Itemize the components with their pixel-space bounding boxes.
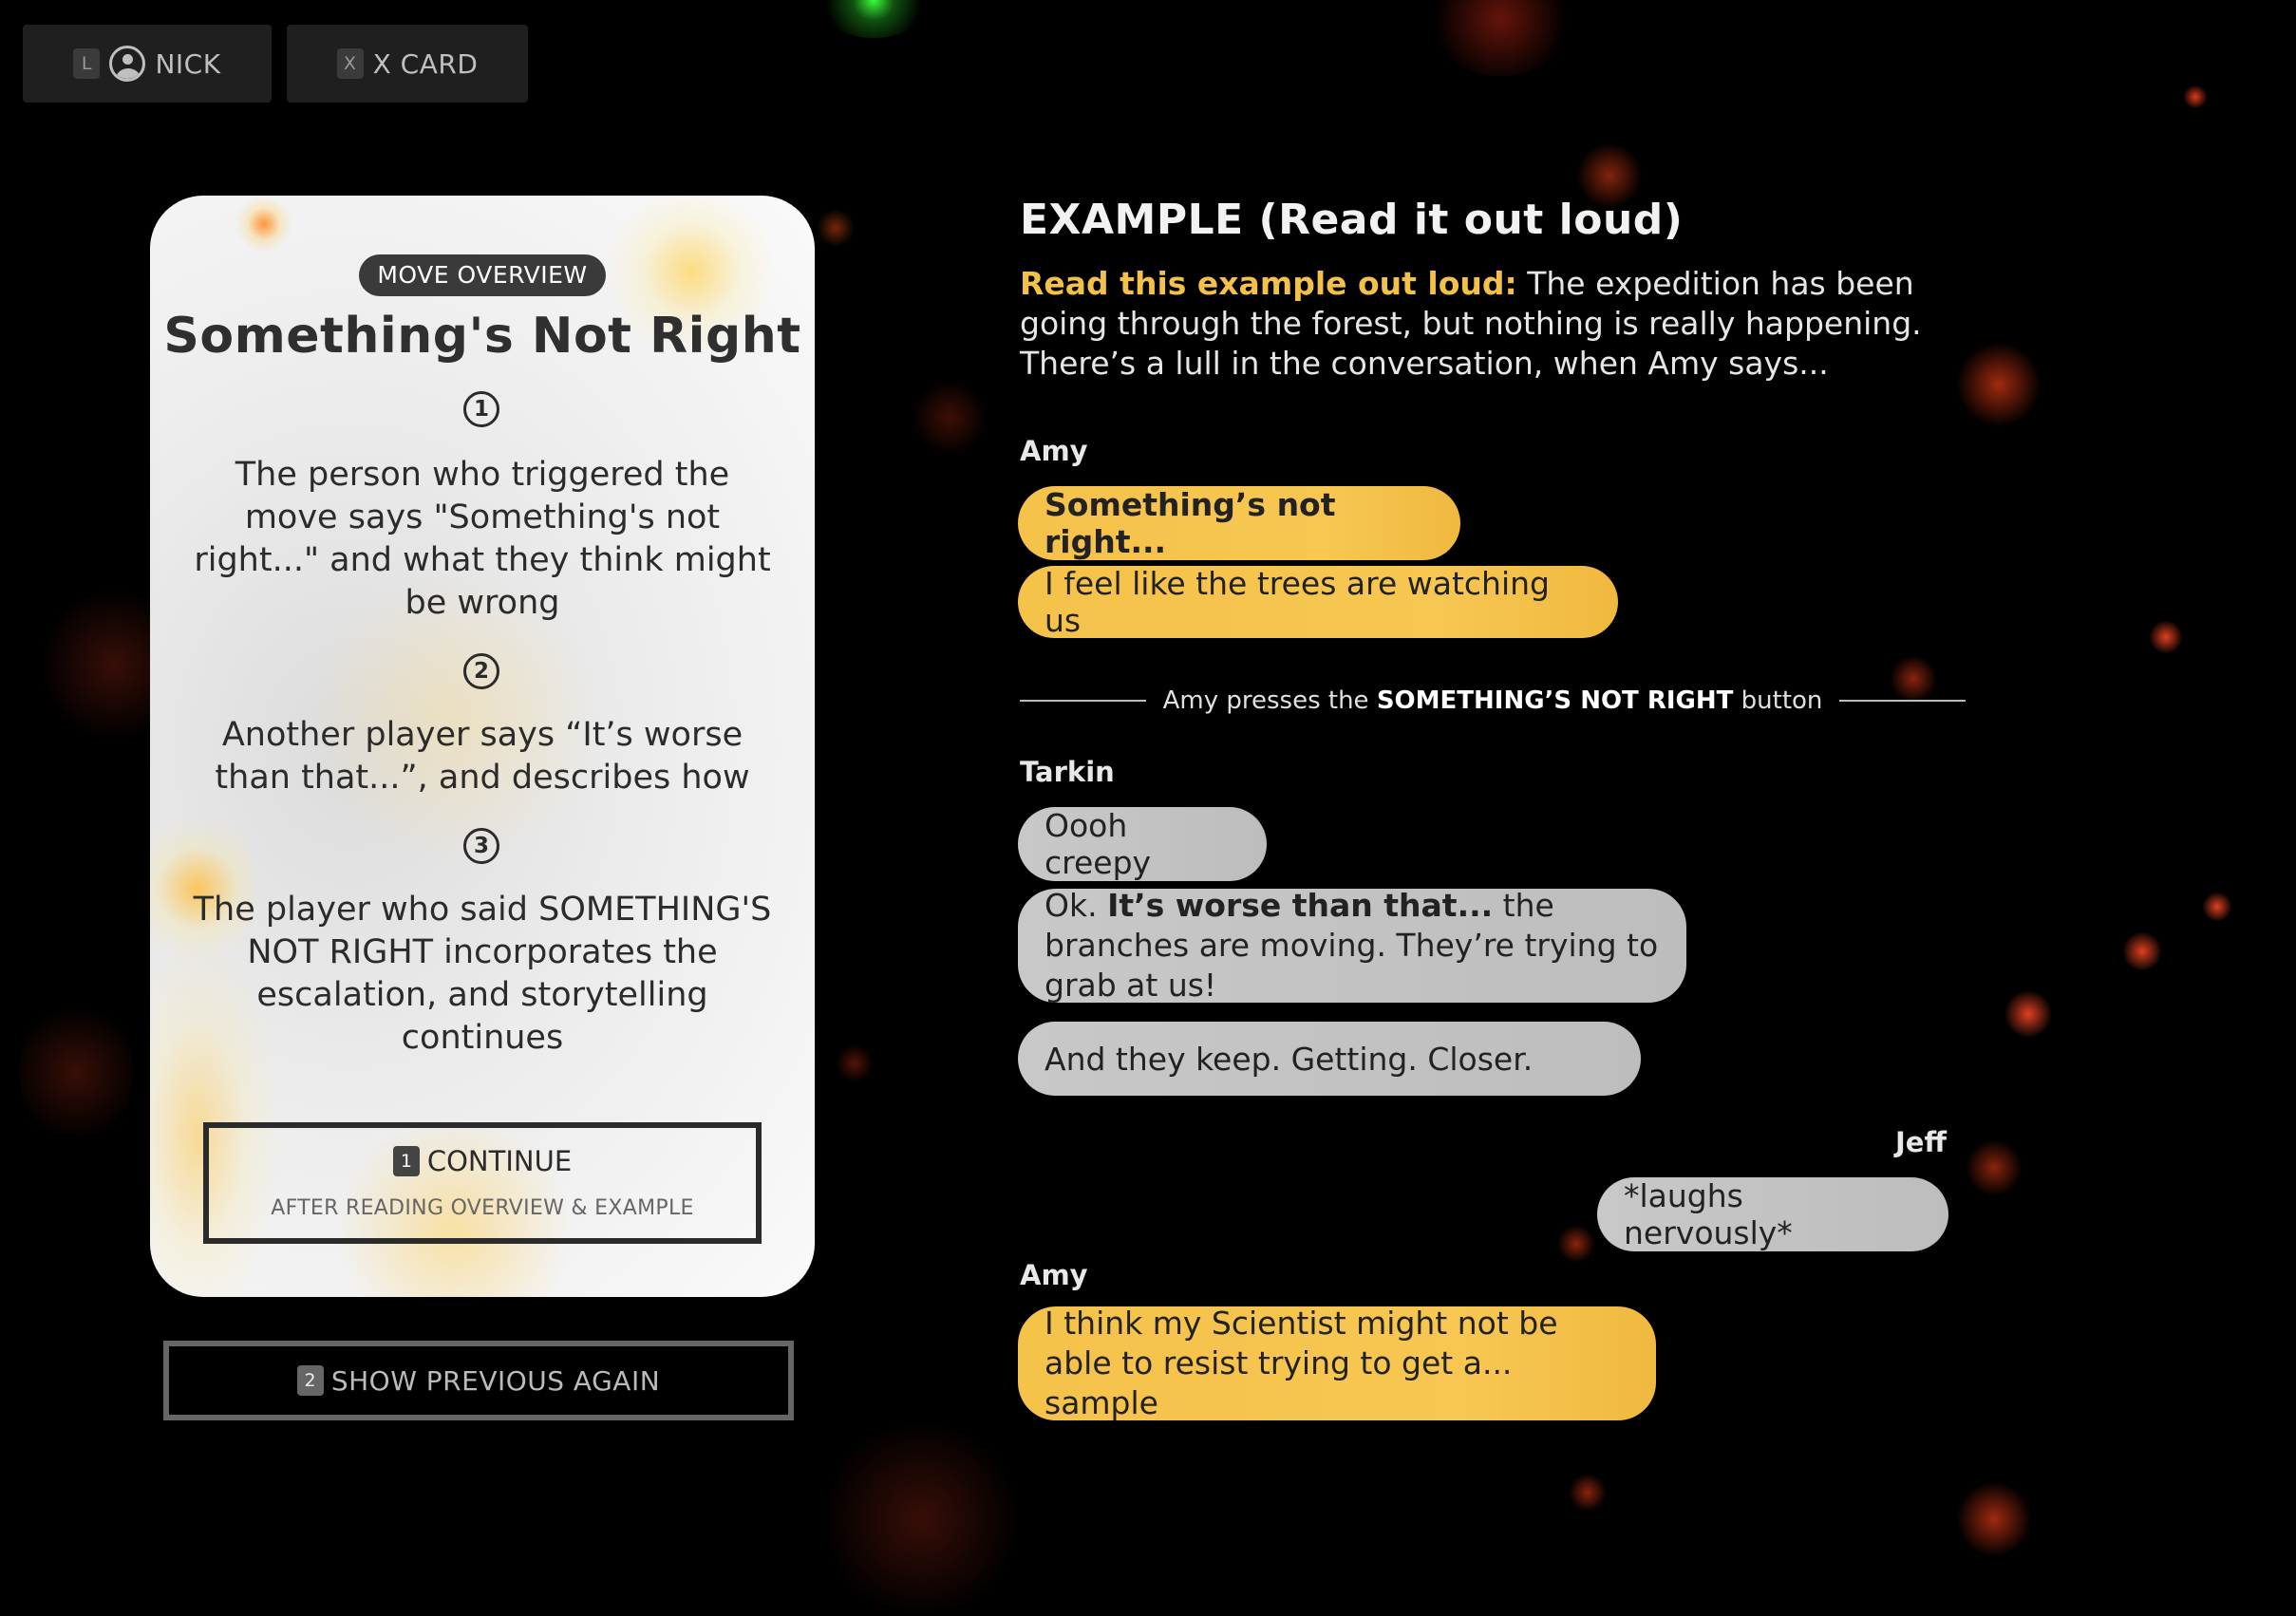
- continue-button[interactable]: 1 CONTINUE AFTER READING OVERVIEW & EXAM…: [203, 1122, 762, 1244]
- example-intro-highlight: Read this example out loud:: [1020, 265, 1517, 302]
- message-text: Ok. It’s worse than that... the branches…: [1044, 887, 1659, 1004]
- message-bubble: And they keep. Getting. Closer.: [1018, 1022, 1641, 1096]
- step-3-number: 3: [463, 828, 499, 864]
- message-bubble: *laughs nervously*: [1597, 1177, 1948, 1251]
- player-name-button[interactable]: L NICK: [23, 25, 272, 103]
- continue-label: CONTINUE: [426, 1145, 573, 1177]
- example-intro: Read this example out loud: The expediti…: [1020, 264, 1969, 384]
- key-hint-1: 1: [392, 1146, 420, 1176]
- key-hint-l: L: [73, 48, 101, 79]
- show-previous-label: SHOW PREVIOUS AGAIN: [330, 1364, 661, 1397]
- key-hint-x: X: [336, 48, 364, 79]
- message-bubble: Ok. It’s worse than that... the branches…: [1018, 887, 1686, 1004]
- speaker-tarkin: Tarkin: [1020, 756, 1115, 788]
- event-divider: Amy presses the SOMETHING’S NOT RIGHT bu…: [1020, 682, 1967, 720]
- x-card-label: X CARD: [372, 47, 479, 80]
- x-card-button[interactable]: X X CARD: [287, 25, 528, 103]
- divider-line: [1839, 700, 1967, 702]
- speaker-amy: Amy: [1020, 1259, 1088, 1291]
- move-title: Something's Not Right: [163, 308, 801, 365]
- move-overview-badge: MOVE OVERVIEW: [359, 254, 606, 296]
- example-title: EXAMPLE (Read it out loud): [1020, 196, 1684, 244]
- message-bubble: I think my Scientist might not be able t…: [1018, 1305, 1656, 1421]
- continue-sublabel: AFTER READING OVERVIEW & EXAMPLE: [271, 1196, 694, 1220]
- message-bubble: Oooh creepy: [1018, 807, 1267, 881]
- step-1-number: 1: [463, 391, 499, 427]
- key-hint-2: 2: [296, 1365, 324, 1396]
- step-3-text: The player who said SOMETHING'S NOT RIGH…: [193, 891, 772, 1057]
- speaker-amy: Amy: [1020, 435, 1088, 467]
- step-1-text: The person who triggered the move says "…: [194, 456, 771, 622]
- user-icon: [109, 46, 146, 82]
- step-2-text: Another player says “It’s worse than tha…: [215, 716, 750, 797]
- speaker-jeff: Jeff: [1895, 1126, 1947, 1158]
- message-bubble: Something’s not right...: [1018, 486, 1460, 560]
- divider-line: [1020, 700, 1146, 702]
- message-bubble: I feel like the trees are watching us: [1018, 565, 1618, 639]
- player-name-label: NICK: [155, 47, 221, 80]
- show-previous-button[interactable]: 2 SHOW PREVIOUS AGAIN: [163, 1341, 794, 1420]
- step-2-number: 2: [463, 653, 499, 689]
- event-divider-text: Amy presses the SOMETHING’S NOT RIGHT bu…: [1162, 686, 1823, 715]
- move-overview-card: MOVE OVERVIEW Something's Not Right 1 Th…: [150, 196, 815, 1297]
